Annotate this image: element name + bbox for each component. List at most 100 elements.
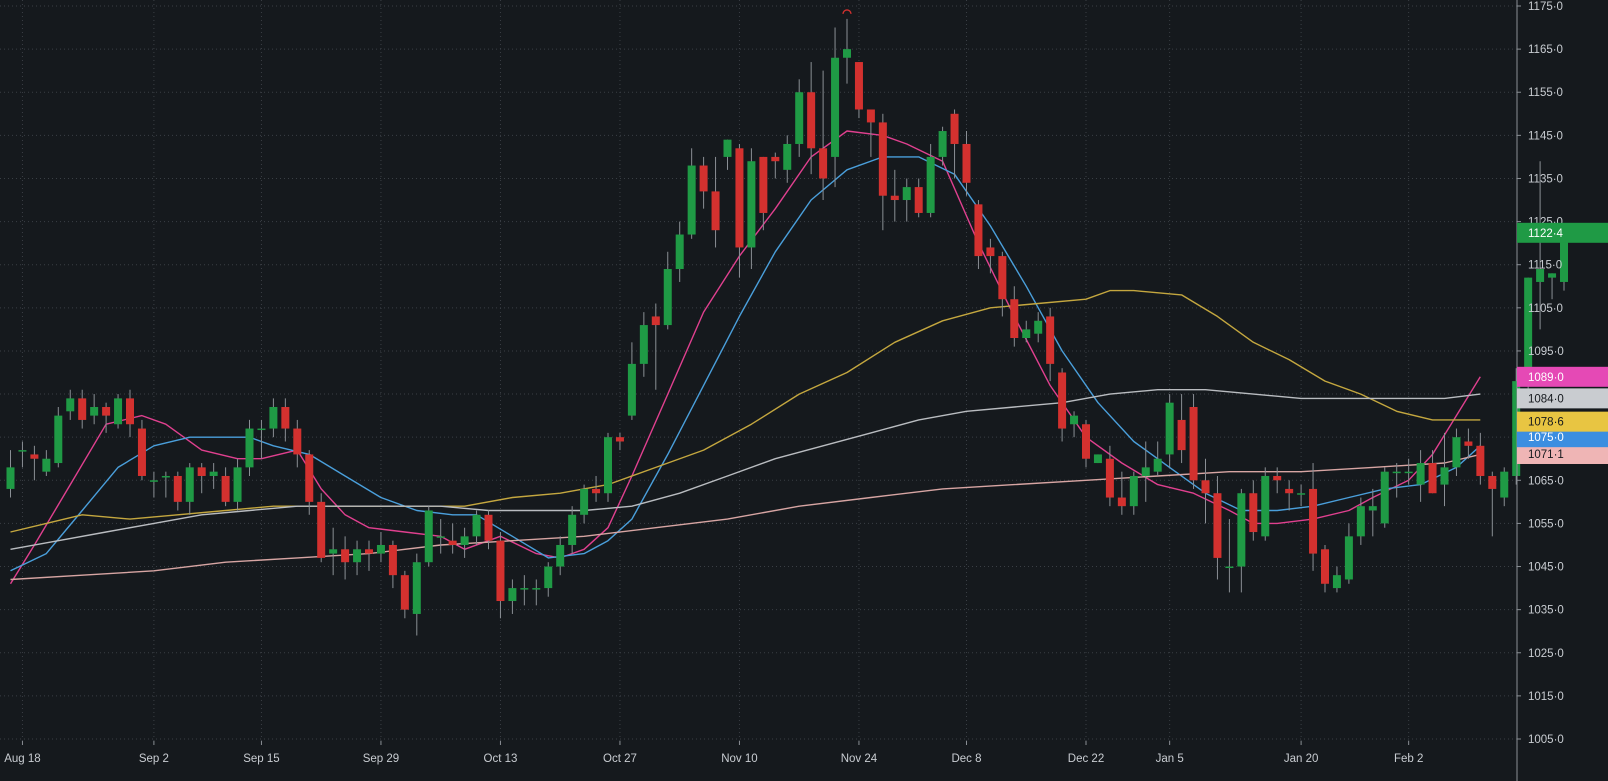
candle-body (448, 540, 457, 545)
candle-body (102, 406, 111, 416)
candlestick-chart[interactable]: 1175·01165·01155·01145·01135·01125·01115… (0, 0, 1608, 781)
candle-body (42, 458, 51, 472)
candle-body (66, 398, 75, 412)
candle-body (950, 113, 959, 144)
candle-body (1046, 316, 1055, 364)
price-tag: 1089·0 (1517, 366, 1608, 387)
candle-body (1309, 488, 1318, 554)
candle-body (1392, 471, 1401, 474)
candle-body (1117, 497, 1126, 507)
chart-area[interactable]: 1175·0 1165·0 1155·0 1145·0 1135·0 1125·0 1115… (0, 0, 1608, 781)
candle-body (472, 514, 481, 537)
candle-body (639, 325, 648, 364)
candle-body (281, 406, 290, 429)
candle-body (1428, 463, 1437, 494)
price-tag-label: 1075·0 (1528, 432, 1564, 444)
y-tick-label: 1055·0 (1528, 518, 1564, 530)
candle-body (484, 514, 493, 541)
candle-body (1285, 488, 1294, 494)
candle-body (1548, 273, 1557, 278)
candle-body (90, 406, 99, 416)
x-tick-label: Feb 2 (1394, 753, 1423, 765)
x-tick-label: Sep 2 (139, 753, 169, 765)
candle-body (1356, 506, 1365, 537)
candle-body (460, 536, 469, 545)
y-tick-label: 1015·0 (1528, 691, 1564, 703)
candle-body (1488, 475, 1497, 489)
candle-body (974, 204, 983, 257)
candle (424, 506, 433, 567)
candle-body (1500, 471, 1509, 498)
candle-body (843, 49, 851, 58)
candle-body (1344, 536, 1353, 580)
candle-body (1153, 458, 1162, 472)
candle-body (1380, 471, 1389, 524)
candle-body (831, 57, 840, 157)
candle-body (114, 398, 123, 425)
candle-body (807, 92, 816, 149)
candle-body (926, 156, 935, 213)
price-tag: 1078·6 (1517, 411, 1608, 432)
candle (1093, 454, 1102, 464)
candle-body (6, 467, 15, 489)
y-tick-label: 1065·0 (1528, 475, 1564, 487)
y-tick-label: 1045·0 (1528, 562, 1564, 574)
candle-body (185, 467, 194, 502)
candle-body (520, 588, 529, 590)
candle-body (795, 92, 804, 144)
candle-body (1297, 493, 1306, 495)
candle-body (197, 467, 206, 476)
candle-body (1058, 372, 1067, 429)
candle-body (233, 467, 242, 502)
candle-body (365, 549, 373, 554)
candle-body (436, 536, 445, 538)
candle-body (78, 398, 87, 420)
x-tick-label: Nov 10 (721, 753, 757, 765)
candle-body (1368, 506, 1377, 511)
candle-body (317, 501, 326, 558)
candle (114, 394, 123, 429)
candle-body (1404, 471, 1413, 474)
candle-body (173, 475, 182, 502)
candle-body (209, 471, 218, 476)
price-tag: 1084·0 (1517, 388, 1608, 409)
candle-body (412, 562, 421, 614)
candle-body (269, 406, 278, 429)
candle-body (663, 269, 672, 326)
y-tick-label: 1165·0 (1528, 44, 1563, 56)
candle-body (747, 161, 756, 248)
candle-body (1440, 467, 1449, 485)
y-tick-label: 1135·0 (1528, 173, 1563, 185)
candle-body (819, 148, 828, 179)
candle-body (592, 488, 601, 494)
candle-body (1201, 480, 1210, 494)
candle-body (424, 510, 433, 563)
candle-body (890, 195, 899, 201)
candle-body (902, 187, 911, 201)
candle-body (556, 544, 565, 567)
candle-body (388, 544, 397, 576)
candle-body (1070, 415, 1079, 425)
candle-body (783, 143, 792, 170)
y-tick-label: 1175·0 (1528, 1, 1563, 13)
candle-body (18, 450, 27, 452)
candle-body (1213, 493, 1222, 558)
y-tick-label: 1095·0 (1528, 346, 1564, 358)
candle-body (1416, 463, 1425, 485)
candle-body (1452, 437, 1461, 468)
candle-body (30, 454, 39, 459)
x-tick-label: Jan 20 (1284, 753, 1319, 765)
candle-body (341, 549, 350, 563)
candle (54, 406, 63, 468)
candle-body (1165, 402, 1174, 455)
candle-body (161, 475, 170, 478)
candle-body (329, 549, 338, 554)
x-tick-label: Aug 18 (4, 753, 40, 765)
candle-body (723, 139, 732, 157)
price-tag-label: 1089·0 (1528, 372, 1564, 384)
candle (604, 432, 612, 502)
candle-body (54, 415, 63, 464)
y-tick-label: 1105·0 (1528, 303, 1563, 315)
candle-body (257, 428, 266, 431)
candle-body (735, 148, 744, 248)
